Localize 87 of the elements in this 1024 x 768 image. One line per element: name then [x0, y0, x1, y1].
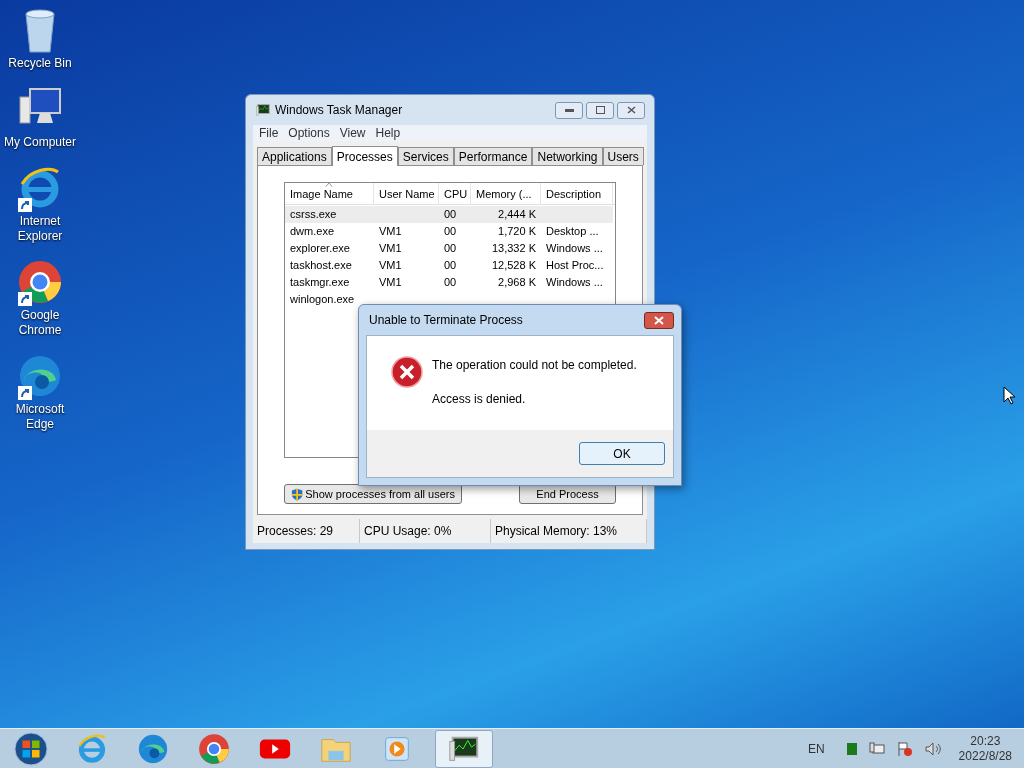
table-cell-text: csrss.exe: [290, 207, 337, 223]
taskbar-button[interactable]: [435, 729, 493, 768]
table-cell-text: VM1: [379, 241, 402, 257]
table-cell-text: Desktop ...: [546, 224, 599, 240]
table-cell-text: winlogon.exe: [290, 292, 355, 308]
table-cell-text: taskhost.exe: [290, 258, 352, 274]
sort-caret-icon: [325, 183, 333, 187]
table-cell-text: 2,968 K: [498, 275, 536, 291]
status-text: Physical Memory: 13%: [495, 523, 618, 540]
show-all-users-button[interactable]: Show processes from all users: [284, 484, 462, 504]
table-cell-text: VM1: [379, 224, 402, 240]
task-manager-icon: [255, 102, 271, 118]
table-cell-text: Host Proc...: [546, 258, 604, 274]
network-icon: [868, 741, 885, 756]
tab[interactable]: Networking: [532, 147, 603, 165]
table-cell-text: 00: [444, 207, 457, 223]
desktop-icon-label[interactable]: My Computer: [3, 135, 77, 150]
process-row[interactable]: explorer.exe VM1 00 13,332 K Windows ...: [285, 240, 613, 257]
process-row[interactable]: dwm.exe VM1 00 1,720 K Desktop ...: [285, 223, 613, 240]
tray-app-icon: [846, 742, 857, 755]
close-icon: [626, 106, 636, 114]
dialog-title: Unable to Terminate Process: [368, 312, 523, 329]
column-header[interactable]: Memory (...: [471, 183, 541, 205]
process-row[interactable]: winlogon.exe: [285, 291, 613, 308]
table-cell-text: 2,444 K: [498, 207, 536, 223]
desktop-icon-label[interactable]: Internet Explorer: [3, 214, 77, 244]
menu-item[interactable]: File: [259, 124, 279, 142]
table-cell-text: Windows ...: [546, 275, 603, 291]
table-cell-text: 00: [444, 241, 457, 257]
mouse-cursor-icon: [1003, 386, 1015, 405]
close-icon: [654, 315, 664, 325]
chrome-icon: [196, 731, 231, 766]
shortcut-arrow-icon: [18, 386, 32, 400]
clock-date[interactable]: 2022/8/28: [958, 748, 1012, 764]
desktop-icon-label[interactable]: Microsoft Edge: [3, 402, 77, 432]
shortcut-arrow-icon: [18, 292, 32, 306]
table-cell-text: dwm.exe: [290, 224, 335, 240]
maximize-icon: [595, 106, 605, 114]
language-indicator[interactable]: EN: [807, 739, 825, 758]
clock-time[interactable]: 20:23: [970, 733, 1001, 749]
tab[interactable]: Processes: [331, 146, 398, 166]
speaker-icon: [924, 741, 941, 756]
tab[interactable]: Users: [602, 147, 644, 165]
process-row[interactable]: csrss.exe 00 2,444 K: [285, 206, 613, 223]
table-cell-text: 13,332 K: [491, 241, 536, 257]
table-cell-text: 12,528 K: [491, 258, 536, 274]
column-header[interactable]: Description: [541, 183, 613, 205]
error-detail: Access is denied.: [432, 391, 527, 408]
window-title: Windows Task Manager: [275, 102, 403, 119]
table-cell-text: Windows ...: [546, 241, 603, 257]
shield-icon: [291, 486, 304, 502]
minimize-button[interactable]: [555, 101, 583, 119]
tab[interactable]: Applications: [257, 147, 332, 165]
chrome-icon: [16, 258, 64, 306]
table-cell-text: 00: [444, 258, 457, 274]
close-button[interactable]: [617, 101, 645, 119]
start-orb-icon: [13, 731, 48, 766]
column-header[interactable]: Image Name: [285, 183, 374, 205]
table-cell-text: VM1: [379, 258, 402, 274]
error-icon: [391, 356, 423, 388]
table-cell-text: 00: [444, 275, 457, 291]
table-cell-text: 1,720 K: [498, 224, 536, 240]
tab[interactable]: Services: [397, 147, 454, 165]
table-cell-text: VM1: [379, 275, 402, 291]
minimize-icon: [564, 108, 574, 112]
process-row[interactable]: taskmgr.exe VM1 00 2,968 K Windows ...: [285, 274, 613, 291]
desktop-icon-label[interactable]: Google Chrome: [3, 308, 77, 338]
error-message: The operation could not be completed.: [432, 357, 637, 374]
shortcut-arrow-icon: [18, 198, 32, 212]
maximize-button[interactable]: [586, 101, 614, 119]
status-text: CPU Usage: 0%: [364, 523, 452, 540]
desktop-icon-label[interactable]: Recycle Bin: [3, 56, 77, 71]
close-button[interactable]: [644, 311, 674, 329]
menu-item[interactable]: View: [339, 124, 366, 142]
status-text: Processes: 29: [257, 523, 334, 540]
table-cell-text: 00: [444, 224, 457, 240]
end-process-button[interactable]: End Process: [519, 484, 616, 504]
tab[interactable]: Performance: [453, 147, 533, 165]
menu-item[interactable]: Options: [288, 124, 330, 142]
table-cell-text: taskmgr.exe: [290, 275, 350, 291]
column-header[interactable]: User Name: [374, 183, 439, 205]
flag-error-icon: [896, 740, 913, 757]
menu-item[interactable]: Help: [375, 124, 401, 142]
column-header[interactable]: CPU: [439, 183, 471, 205]
ok-button[interactable]: OK: [579, 442, 665, 465]
table-cell-text: explorer.exe: [290, 241, 350, 257]
process-row[interactable]: taskhost.exe VM1 00 12,528 K Host Proc...: [285, 257, 613, 274]
